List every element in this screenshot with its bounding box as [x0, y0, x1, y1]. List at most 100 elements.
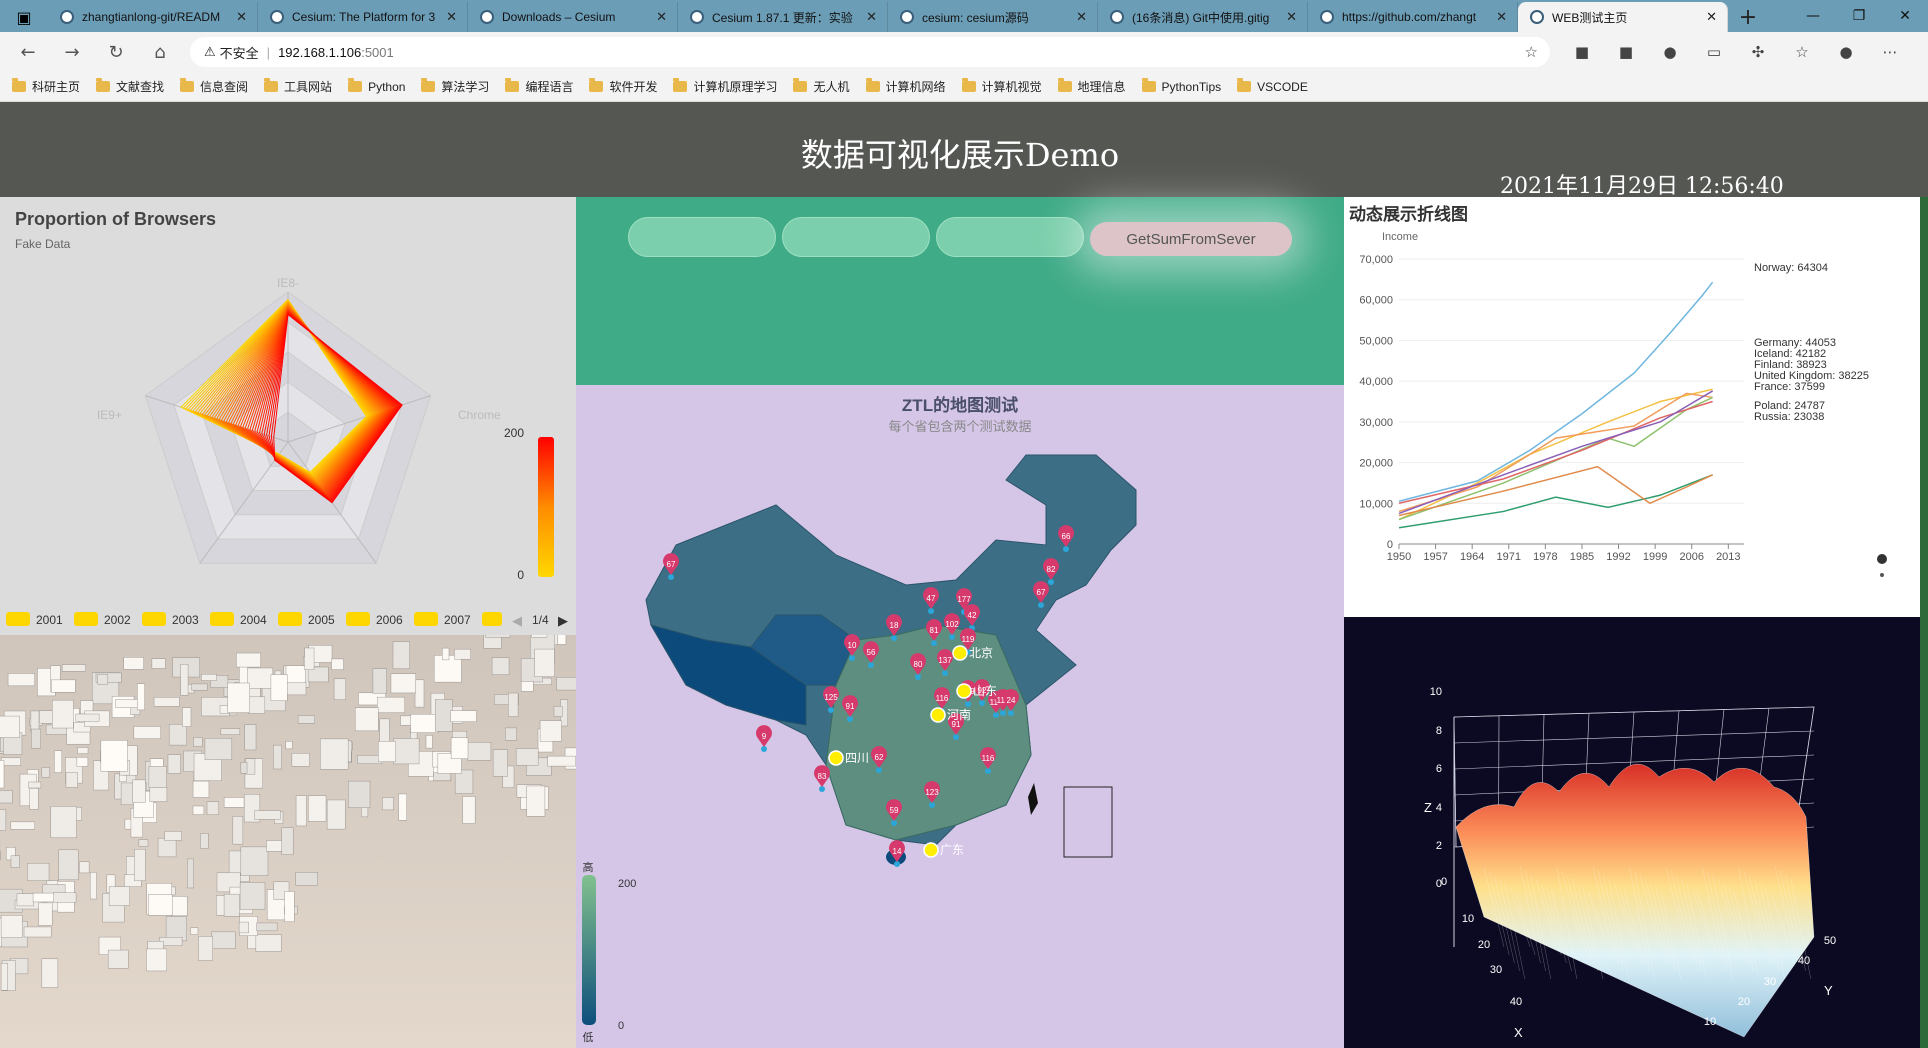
favicon-icon — [480, 10, 494, 24]
browser-tab[interactable]: zhangtianlong-git/READM ✕ — [48, 2, 258, 32]
extension-icon[interactable]: ● — [1648, 43, 1692, 61]
close-tab-icon[interactable]: ✕ — [656, 9, 667, 25]
page-header: 数据可视化展示Demo 2021年11月29日 12:56:40 — [0, 102, 1928, 199]
tab-title: zhangtianlong-git/READM — [82, 10, 221, 24]
building-block — [191, 683, 208, 691]
province-label: 北京 — [969, 646, 993, 660]
highlight-province[interactable]: 北京 — [952, 645, 993, 661]
close-tab-icon[interactable]: ✕ — [446, 9, 457, 25]
line-chart[interactable]: Income 0 10,000 20,000 30,000 40,000 50,000 60,… — [1344, 197, 1920, 617]
favorite-star-icon[interactable]: ☆ — [1525, 43, 1538, 61]
refresh-button[interactable]: ↻ — [94, 32, 138, 72]
collections-icon[interactable]: ☆ — [1780, 43, 1824, 61]
legend-next-icon: ▶ — [558, 613, 568, 628]
browser-tab[interactable]: Cesium 1.87.1 更新：实验 ✕ — [678, 2, 888, 32]
legend-swatch — [142, 612, 166, 626]
extension-icon[interactable]: ■ — [1560, 43, 1604, 61]
browser-tab[interactable]: https://github.com/zhangt ✕ — [1308, 2, 1518, 32]
province-label: 四川 — [845, 751, 869, 765]
favicon-icon — [1110, 10, 1124, 24]
building-block — [295, 872, 318, 886]
url-field[interactable]: ⚠ 不安全 | 192.168.1.106:5001 ☆ — [190, 37, 1550, 67]
bookmark-folder[interactable]: 计算机网络 — [865, 78, 946, 95]
bookmark-folder[interactable]: 科研主页 — [12, 78, 80, 95]
action-button-1[interactable] — [628, 217, 776, 257]
radar-chart[interactable]: IE8-ChromeFirefoxSafariIE9+2000200120022… — [0, 197, 576, 635]
browser-tab[interactable]: WEB测试主页 ✕ — [1518, 2, 1728, 32]
forward-button[interactable]: → — [50, 32, 94, 72]
tab-actions-icon[interactable]: ▣ — [0, 2, 48, 32]
close-tab-icon[interactable]: ✕ — [1496, 9, 1507, 25]
building-block — [553, 706, 563, 717]
bookmarks-bar: 科研主页 文献查找 信息查阅 工具网站 Python 算法学习 编程语言 软件开发 计算机原理学… — [0, 72, 1928, 102]
building-block — [32, 892, 54, 903]
surface-3d-chart[interactable]: 0246810Z010203040X1020304050Y — [1344, 617, 1920, 1048]
tab-title: WEB测试主页 — [1552, 10, 1628, 25]
building-block — [206, 801, 219, 815]
bookmark-folder[interactable]: 软件开发 — [589, 78, 657, 95]
restore-button[interactable]: ❐ — [1836, 0, 1882, 32]
browser-tab[interactable]: cesium: cesium源码 ✕ — [888, 2, 1098, 32]
page: 数据可视化展示Demo 2021年11月29日 12:56:40 Proport… — [0, 102, 1928, 1048]
map-visual-map — [582, 875, 596, 1025]
close-tab-icon[interactable]: ✕ — [866, 9, 877, 25]
close-tab-icon[interactable]: ✕ — [1706, 9, 1717, 25]
back-button[interactable]: ← — [6, 32, 50, 72]
bookmark-label: 计算机视觉 — [981, 80, 1042, 94]
building-block — [133, 726, 161, 739]
building-block — [281, 827, 294, 855]
minimize-button[interactable]: — — [1790, 0, 1836, 32]
highlight-province[interactable]: 山东 — [956, 683, 997, 699]
building-block — [285, 741, 293, 750]
close-tab-icon[interactable]: ✕ — [236, 9, 247, 25]
x-tick-label: 30 — [1490, 964, 1502, 976]
bookmark-folder[interactable]: 算法学习 — [421, 78, 489, 95]
puzzle-icon[interactable]: ✣ — [1736, 43, 1780, 61]
map-marker[interactable]: 9 — [756, 725, 772, 752]
action-button-2[interactable] — [782, 217, 930, 257]
tab-title: cesium: cesium源码 — [922, 10, 1029, 25]
china-map[interactable]: 6766826747177421028118119105680137109921… — [576, 385, 1344, 1048]
marker-value: 9 — [762, 732, 767, 741]
bookmark-folder[interactable]: Python — [348, 78, 405, 94]
close-window-button[interactable]: ✕ — [1882, 0, 1928, 32]
map-marker[interactable]: 83 — [814, 765, 830, 792]
series-line — [1398, 400, 1713, 505]
building-block — [137, 683, 145, 711]
close-tab-icon[interactable]: ✕ — [1286, 9, 1297, 25]
highlight-province[interactable]: 广东 — [923, 842, 964, 858]
highlight-province[interactable]: 四川 — [828, 750, 869, 766]
bookmark-folder[interactable]: 无人机 — [793, 78, 850, 95]
bookmark-folder[interactable]: 计算机原理学习 — [673, 78, 777, 95]
home-button[interactable]: ⌂ — [138, 32, 182, 72]
cesium-3d-view[interactable] — [0, 635, 576, 1048]
browser-tab[interactable]: (16条消息) Git中使用.gitig ✕ — [1098, 2, 1308, 32]
get-sum-button[interactable]: GetSumFromSever — [1090, 222, 1292, 256]
bookmark-folder[interactable]: VSCODE — [1237, 78, 1308, 94]
tab-title: https://github.com/zhangt — [1342, 10, 1477, 24]
bookmark-folder[interactable]: 计算机视觉 — [961, 78, 1042, 95]
more-menu-icon[interactable]: ⋯ — [1868, 43, 1912, 61]
marker-value: 10 — [848, 641, 857, 650]
building-block — [557, 635, 567, 645]
new-tab-button[interactable]: + — [1728, 2, 1768, 32]
profile-avatar[interactable]: ● — [1824, 43, 1868, 61]
bookmark-folder[interactable]: 地理信息 — [1057, 78, 1126, 95]
browser-tab[interactable]: Cesium: The Platform for 3 ✕ — [258, 2, 468, 32]
building-block — [414, 679, 425, 708]
legend-label: 2002 — [104, 613, 131, 627]
highlight-province[interactable]: 河南 — [930, 707, 971, 723]
extension-icon[interactable]: ▭ — [1692, 43, 1736, 61]
warning-icon: ⚠ — [204, 44, 216, 59]
bookmark-folder[interactable]: 编程语言 — [505, 78, 573, 95]
extension-icon[interactable]: ■ — [1604, 43, 1648, 61]
bookmark-folder[interactable]: PythonTips — [1141, 78, 1221, 94]
bookmark-folder[interactable]: 工具网站 — [264, 78, 332, 95]
browser-tab[interactable]: Downloads – Cesium ✕ — [468, 2, 678, 32]
close-tab-icon[interactable]: ✕ — [1076, 9, 1087, 25]
building-block — [462, 796, 476, 824]
bookmark-folder[interactable]: 文献查找 — [96, 78, 164, 95]
bookmark-folder[interactable]: 信息查阅 — [180, 78, 248, 95]
action-button-3[interactable] — [936, 217, 1084, 257]
series-line — [1398, 390, 1714, 515]
